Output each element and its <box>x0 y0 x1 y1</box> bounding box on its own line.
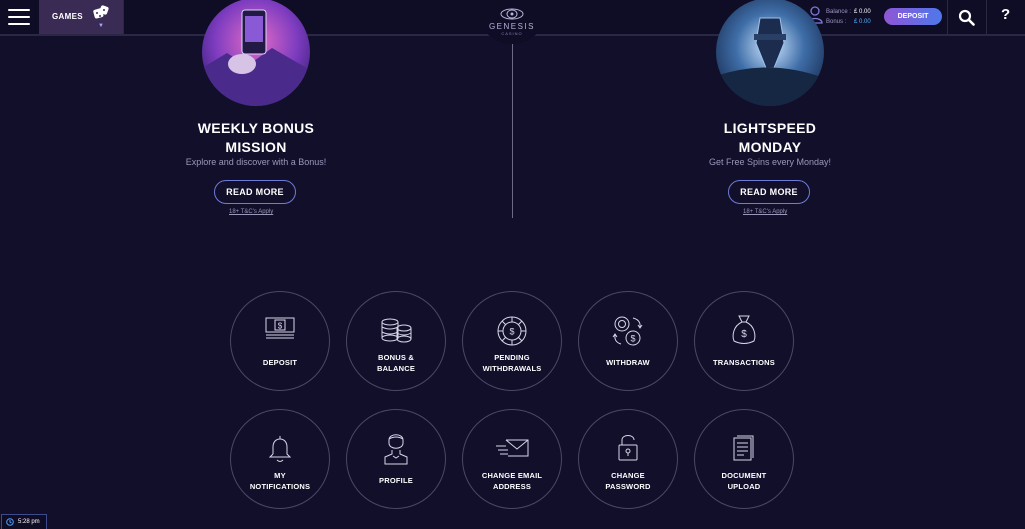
chip-icon: $ <box>463 315 561 347</box>
chevron-down-icon: ▼ <box>98 23 104 29</box>
session-clock: 5:28 pm <box>1 514 47 529</box>
account-bonus-balance[interactable]: BONUS & BALANCE <box>346 291 446 391</box>
account-item-label: PROFILE <box>379 476 413 485</box>
svg-text:$: $ <box>741 329 747 340</box>
account-item-label: TRANSACTIONS <box>713 358 775 367</box>
promo-title: LIGHTSPEED MONDAY <box>723 120 817 155</box>
account-change-email[interactable]: CHANGE EMAIL ADDRESS <box>462 409 562 509</box>
account-pending-withdrawals[interactable]: $ PENDING WITHDRAWALS <box>462 291 562 391</box>
account-withdraw[interactable]: $ WITHDRAW <box>578 291 678 391</box>
account-item-label: MY NOTIFICATIONS <box>249 471 311 491</box>
genesis-casino-logo[interactable]: GENESIS CASINO <box>477 0 547 44</box>
bell-icon <box>231 434 329 464</box>
divider <box>123 0 124 34</box>
menu-icon[interactable] <box>8 9 30 25</box>
account-deposit[interactable]: $ DEPOSIT <box>230 291 330 391</box>
account-item-label: WITHDRAW <box>606 358 650 367</box>
banknote-icon: $ <box>231 316 329 340</box>
balance-summary: Balance : £ 0.00 Bonus : £ 0.00 <box>826 7 871 27</box>
padlock-icon <box>579 432 677 462</box>
account-transactions[interactable]: $ TRANSACTIONS <box>694 291 794 391</box>
document-icon <box>695 432 793 462</box>
divider <box>947 0 948 34</box>
timeline-divider <box>512 44 513 218</box>
svg-text:$: $ <box>509 327 514 337</box>
chip-exchange-icon: $ <box>579 314 677 348</box>
read-more-button[interactable]: READ MORE <box>728 180 810 204</box>
account-item-label: PENDING WITHDRAWALS <box>482 353 542 373</box>
account-item-label: DOCUMENT UPLOAD <box>721 471 767 491</box>
read-more-button[interactable]: READ MORE <box>214 180 296 204</box>
search-icon[interactable] <box>958 9 975 26</box>
svg-text:$: $ <box>630 334 635 344</box>
games-tab[interactable]: GAMES ▼ <box>39 0 123 34</box>
person-icon <box>347 430 445 466</box>
account-item-label: DEPOSIT <box>262 358 298 367</box>
deposit-button[interactable]: DEPOSIT <box>884 8 942 25</box>
terms-link[interactable]: 18+ T&C's Apply <box>743 209 787 215</box>
top-nav-bar: GAMES ▼ GENESIS CASINO Balance : £ 0.00 B… <box>0 0 1025 44</box>
bonus-value: £ 0.00 <box>854 19 871 25</box>
promo-description: Explore and discover with a Bonus! <box>185 157 327 167</box>
account-notifications[interactable]: MY NOTIFICATIONS <box>230 409 330 509</box>
dice-icon <box>93 5 109 19</box>
account-item-label: CHANGE PASSWORD <box>605 471 651 491</box>
envelope-icon <box>463 438 561 460</box>
svg-text:$: $ <box>278 322 283 331</box>
promo-title: WEEKLY BONUS MISSION <box>197 120 315 155</box>
balance-label: Balance : <box>826 9 852 15</box>
coin-stacks-icon <box>347 318 445 344</box>
account-change-password[interactable]: CHANGE PASSWORD <box>578 409 678 509</box>
account-item-label: CHANGE EMAIL ADDRESS <box>481 471 543 491</box>
promo-description: Get Free Spins every Monday! <box>708 157 832 167</box>
promo-image[interactable] <box>716 0 824 106</box>
logo-subtitle: CASINO <box>501 31 523 36</box>
clock-time: 5:28 pm <box>18 519 40 525</box>
balance-value: £ 0.00 <box>854 9 871 15</box>
logo-emblem-icon <box>500 8 524 20</box>
account-item-label: BONUS & BALANCE <box>376 353 416 373</box>
terms-link[interactable]: 18+ T&C's Apply <box>229 209 273 215</box>
account-document-upload[interactable]: DOCUMENT UPLOAD <box>694 409 794 509</box>
money-bag-icon: $ <box>695 314 793 346</box>
promo-image[interactable] <box>202 0 310 106</box>
logo-name: GENESIS <box>488 22 536 31</box>
bonus-label: Bonus : <box>826 19 847 25</box>
help-icon[interactable]: ? <box>1001 6 1010 23</box>
clock-icon <box>6 518 14 526</box>
games-tab-label: GAMES <box>52 12 83 21</box>
divider <box>986 0 987 34</box>
account-profile[interactable]: PROFILE <box>346 409 446 509</box>
